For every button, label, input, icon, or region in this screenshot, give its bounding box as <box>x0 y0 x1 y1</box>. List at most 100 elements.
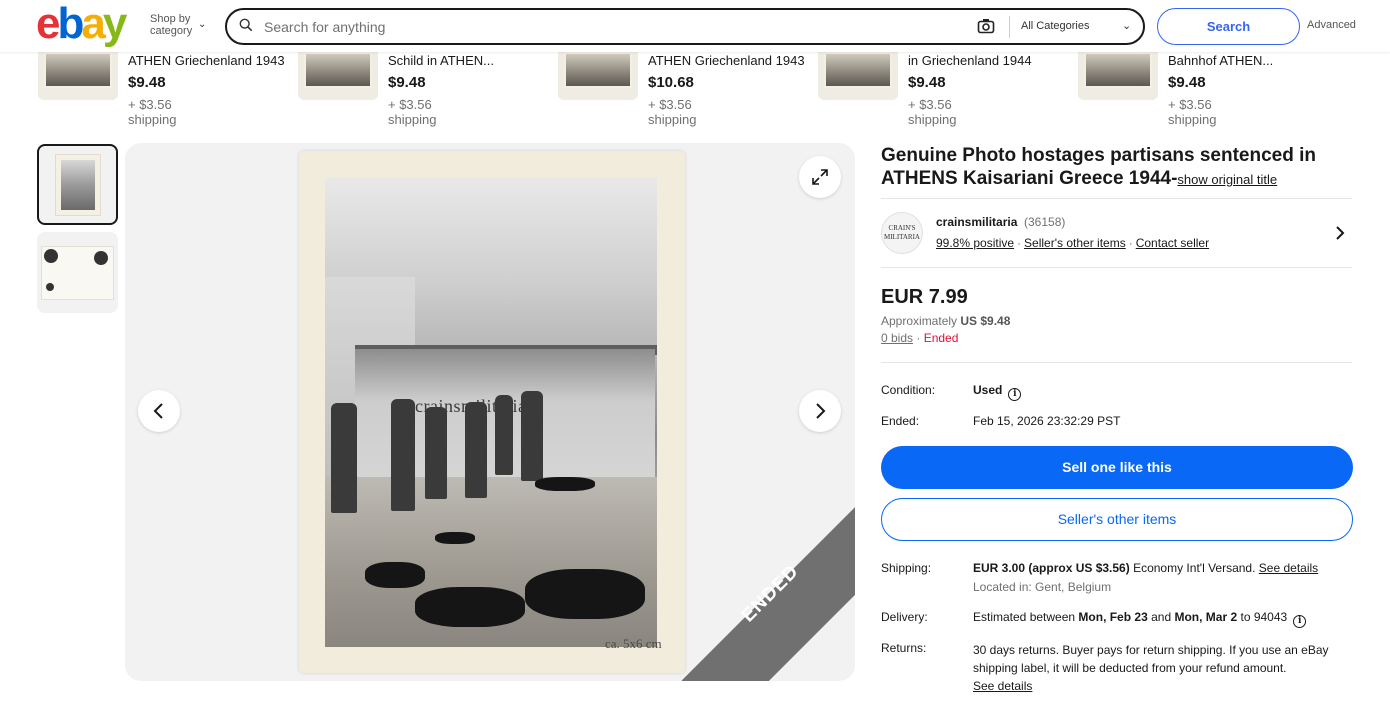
shop-by-line2: category <box>150 25 193 37</box>
camera-icon[interactable] <box>977 18 995 34</box>
previous-image-button[interactable] <box>138 390 180 432</box>
related-item-image[interactable] <box>558 52 638 100</box>
ended-label: Ended: <box>881 414 920 428</box>
shipping-method: Economy Int'l Versand. <box>1133 561 1256 575</box>
delivery-to: Mon, Mar 2 <box>1174 610 1238 624</box>
related-item-price: $9.48 <box>128 74 166 91</box>
related-item-title[interactable]: ATHEN Griechenland 1943 <box>128 53 285 68</box>
condition-value: Used i <box>973 383 1022 401</box>
shipping-cost: EUR 3.00 (approx US $3.56) <box>973 561 1130 575</box>
related-item-price: $9.48 <box>388 74 426 91</box>
photo-size-note: ca. 5x6 cm <box>605 636 662 651</box>
delivery-zip[interactable]: to 94043 <box>1240 610 1287 624</box>
advanced-search-link[interactable]: Advanced <box>1307 19 1356 31</box>
shop-by-category-button[interactable]: Shop by category ⌄ <box>150 13 206 37</box>
delivery-and: and <box>1151 610 1172 624</box>
info-icon[interactable]: i <box>1008 388 1022 401</box>
search-button[interactable]: Search <box>1157 8 1300 45</box>
ended-value: Feb 15, 2026 23:32:29 PST <box>973 414 1121 428</box>
separator-dot: · <box>1017 236 1022 250</box>
ended-ribbon <box>681 475 855 681</box>
related-item-image[interactable] <box>38 52 118 100</box>
related-item-title[interactable]: in Griechenland 1944 <box>908 53 1032 68</box>
expand-image-button[interactable] <box>799 156 841 198</box>
divider <box>881 198 1352 199</box>
seller-links: 99.8% positive · Seller's other items · Cont… <box>936 236 1209 250</box>
related-item-image[interactable] <box>818 52 898 100</box>
main-image-viewer[interactable]: crainsmilitaria ca. 5x6 cm ENDED <box>125 143 855 681</box>
related-item-price: $9.48 <box>1168 74 1206 91</box>
approx-value: US $9.48 <box>960 314 1011 328</box>
seller-logo[interactable]: CRAIN'S MILITARIA <box>881 212 923 254</box>
logo-letter-a: a <box>81 0 106 48</box>
search-bar[interactable]: Search for anything All Categories ⌄ <box>225 8 1145 45</box>
site-header: ebay Shop by category ⌄ Search for anyth… <box>0 0 1390 52</box>
chevron-left-icon <box>153 403 163 419</box>
chevron-right-icon <box>816 403 826 419</box>
shipping-label: Shipping: <box>881 561 932 575</box>
show-original-title-link[interactable]: show original title <box>1177 172 1277 187</box>
returns-label: Returns: <box>881 641 927 655</box>
separator-dot: · <box>1128 236 1133 250</box>
shipping-value: EUR 3.00 (approx US $3.56) Economy Int'l… <box>973 561 1318 575</box>
item-title: Genuine Photo hostages partisans sentenc… <box>881 144 1351 191</box>
logo-letter-y: y <box>102 0 128 48</box>
divider <box>881 267 1352 268</box>
seller-logo-line2: MILITARIA <box>884 233 920 241</box>
delivery-prefix: Estimated between <box>973 610 1076 624</box>
bid-status: 0 bids · Ended <box>881 331 959 345</box>
seller-name[interactable]: crainsmilitaria <box>936 215 1017 229</box>
related-item-title[interactable]: ATHEN Griechenland 1943 <box>648 53 805 68</box>
gallery-thumbnail-2[interactable] <box>37 232 118 313</box>
expand-icon <box>812 169 828 185</box>
logo-letter-e: e <box>36 0 61 48</box>
chevron-down-icon: ⌄ <box>1122 20 1132 32</box>
condition-label: Condition: <box>881 383 936 397</box>
related-item-price: $9.48 <box>908 74 946 91</box>
chevron-down-icon: ⌄ <box>198 19 207 30</box>
contact-seller-link[interactable]: Contact seller <box>1136 236 1209 250</box>
gallery-thumbnail-1[interactable] <box>37 144 118 225</box>
related-item-shipping: + $3.56 shipping <box>1168 97 1217 127</box>
seller-feedback-count: (36158) <box>1024 215 1066 229</box>
approx-price: Approximately US $9.48 <box>881 314 1010 328</box>
delivery-from: Mon, Feb 23 <box>1078 610 1148 624</box>
category-select[interactable]: All Categories <box>1021 20 1089 32</box>
related-item-shipping: + $3.56 shipping <box>388 97 437 127</box>
item-price: EUR 7.99 <box>881 286 968 308</box>
search-divider <box>1009 16 1010 38</box>
shop-by-line1: Shop by <box>150 13 191 25</box>
returns-value: 30 days returns. Buyer pays for return s… <box>973 641 1353 695</box>
search-icon <box>239 18 253 32</box>
divider <box>881 362 1352 363</box>
seller-positive-link[interactable]: 99.8% positive <box>936 236 1014 250</box>
related-item-shipping: + $3.56 shipping <box>908 97 957 127</box>
delivery-value: Estimated between Mon, Feb 23 and Mon, M… <box>973 610 1307 628</box>
related-item-image[interactable] <box>298 52 378 100</box>
returns-text: 30 days returns. Buyer pays for return s… <box>973 643 1329 675</box>
sell-one-like-this-button[interactable]: Sell one like this <box>881 446 1353 489</box>
search-input[interactable]: Search for anything <box>264 19 385 35</box>
seller-logo-line1: CRAIN'S <box>888 224 916 232</box>
ebay-logo[interactable]: ebay <box>36 0 128 48</box>
info-icon[interactable]: i <box>1293 615 1307 628</box>
shipping-details-link[interactable]: See details <box>1259 561 1318 575</box>
next-image-button[interactable] <box>799 390 841 432</box>
ended-status: Ended <box>923 331 959 345</box>
approx-label: Approximately <box>881 314 958 328</box>
item-location: Located in: Gent, Belgium <box>973 580 1112 594</box>
related-item-title[interactable]: Schild in ATHEN... <box>388 53 494 68</box>
chevron-right-icon[interactable] <box>1333 225 1347 241</box>
delivery-label: Delivery: <box>881 610 928 624</box>
related-item-title[interactable]: Bahnhof ATHEN... <box>1168 53 1273 68</box>
returns-details-link[interactable]: See details <box>973 679 1032 693</box>
related-item-price: $10.68 <box>648 74 694 91</box>
bids-link[interactable]: 0 bids <box>881 331 913 345</box>
sellers-other-items-button[interactable]: Seller's other items <box>881 498 1353 541</box>
condition-text: Used <box>973 383 1003 397</box>
related-item-shipping: + $3.56 shipping <box>128 97 177 127</box>
seller-other-items-link[interactable]: Seller's other items <box>1024 236 1126 250</box>
related-item-shipping: + $3.56 shipping <box>648 97 697 127</box>
photo-watermark: crainsmilitaria <box>415 396 527 416</box>
related-item-image[interactable] <box>1078 52 1158 100</box>
